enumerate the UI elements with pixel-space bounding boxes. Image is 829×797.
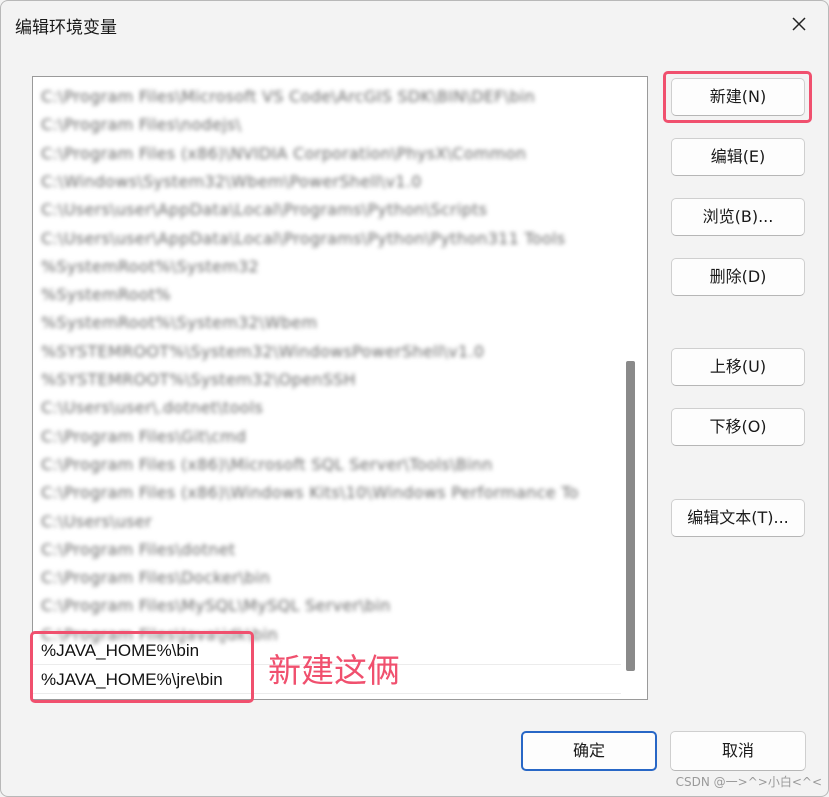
move-up-button[interactable]: 上移(U) xyxy=(671,348,805,386)
edit-env-var-dialog: 编辑环境变量 C:\Program Files\Microsoft VS Cod… xyxy=(0,0,829,797)
window-title: 编辑环境变量 xyxy=(15,18,117,38)
list-item[interactable]: C:\Program Files\dotnet xyxy=(33,536,621,564)
list-item[interactable]: C:\Users\user\AppData\Local\Programs\Pyt… xyxy=(33,196,621,224)
move-down-button[interactable]: 下移(O) xyxy=(671,408,805,446)
new-button[interactable]: 新建(N) xyxy=(671,78,805,116)
list-item[interactable]: C:\Program Files\Docker\bin xyxy=(33,564,621,592)
watermark: CSDN @一>^>小白<^< xyxy=(675,775,822,789)
list-item[interactable]: %SYSTEMROOT%\System32\WindowsPowerShell\… xyxy=(33,338,621,366)
list-item[interactable]: C:\Windows\System32\Wbem\PowerShell\v1.0 xyxy=(33,168,621,196)
list-item[interactable]: C:\Program Files\MySQL\MySQL Server\bin xyxy=(33,592,621,620)
list-item[interactable]: C:\Program Files\Microsoft VS Code\ArcGI… xyxy=(33,83,621,111)
list-item[interactable]: C:\Program Files (x86)\Microsoft SQL Ser… xyxy=(33,451,621,479)
list-item[interactable]: C:\Users\user xyxy=(33,508,621,536)
list-item[interactable]: %SYSTEMROOT%\System32\OpenSSH xyxy=(33,366,621,394)
delete-button[interactable]: 删除(D) xyxy=(671,258,805,296)
ok-button[interactable]: 确定 xyxy=(521,731,657,771)
scrollbar-thumb[interactable] xyxy=(626,361,635,671)
list-item[interactable]: C:\Users\user\.dotnet\tools xyxy=(33,394,621,422)
list-item[interactable]: %SystemRoot%\System32\Wbem xyxy=(33,309,621,337)
list-item[interactable]: %SystemRoot% xyxy=(33,281,621,309)
vertical-scrollbar[interactable] xyxy=(621,78,639,698)
path-list[interactable]: C:\Program Files\Microsoft VS Code\ArcGI… xyxy=(32,76,648,700)
list-item[interactable]: C:\Program Files (x86)\Windows Kits\10\W… xyxy=(33,479,621,507)
close-icon xyxy=(792,17,806,31)
list-item[interactable]: C:\Program Files (x86)\NVIDIA Corporatio… xyxy=(33,140,621,168)
list-item[interactable]: %SystemRoot%\System32 xyxy=(33,253,621,281)
close-button[interactable] xyxy=(784,9,814,39)
list-item[interactable]: C:\Program Files\Git\cmd xyxy=(33,423,621,451)
list-item[interactable]: C:\Users\user\AppData\Local\Programs\Pyt… xyxy=(33,225,621,253)
edit-text-button[interactable]: 编辑文本(T)... xyxy=(671,499,805,537)
edit-button[interactable]: 编辑(E) xyxy=(671,138,805,176)
browse-button[interactable]: 浏览(B)... xyxy=(671,198,805,236)
cancel-button[interactable]: 取消 xyxy=(670,731,806,771)
list-item[interactable]: C:\Program Files\nodejs\ xyxy=(33,111,621,139)
annotation-text: 新建这俩 xyxy=(268,651,400,690)
